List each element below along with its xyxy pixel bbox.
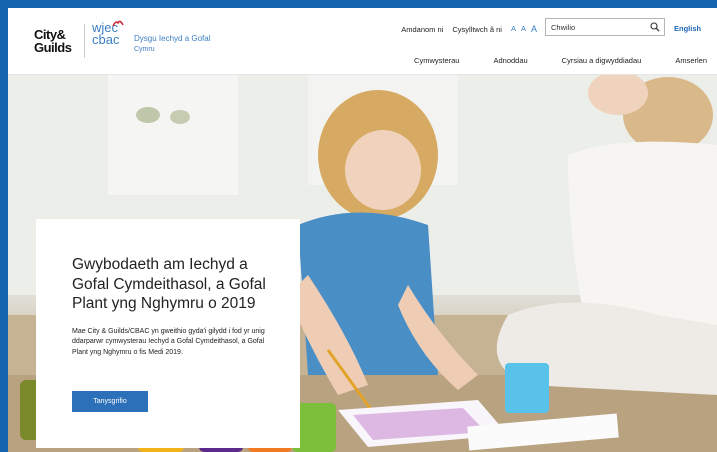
- text-size-small[interactable]: A: [511, 24, 516, 34]
- site-name[interactable]: Dysgu Iechyd a Gofal Cymru: [134, 33, 210, 55]
- text-size-large[interactable]: A: [531, 24, 537, 34]
- hero-title: Gwybodaeth am Iechyd a Gofal Cymdeithaso…: [72, 256, 266, 312]
- text-size-medium[interactable]: A: [521, 24, 526, 34]
- subscribe-button[interactable]: Tanysgrifio: [72, 391, 148, 412]
- nav-item-courses-events[interactable]: Cyrsiau a digwyddiadau: [562, 56, 642, 65]
- nav-item-timetable[interactable]: Amserlen: [675, 56, 707, 65]
- logo-wjec-line2: cbac: [92, 32, 120, 47]
- city-guilds-logo[interactable]: City& Guilds: [34, 28, 78, 58]
- site-name-sub: Cymru: [134, 46, 155, 53]
- main-nav: Cymwysterau Adnoddau Cyrsiau a digwyddia…: [380, 56, 707, 65]
- contact-link[interactable]: Cysylltwch â ni: [452, 25, 502, 34]
- utility-links: Amdanom ni Cysylltwch â ni A A A: [401, 24, 537, 34]
- search-box: [545, 18, 665, 36]
- logo-city-guilds-line2: Guilds: [34, 40, 72, 55]
- wjec-logo[interactable]: wjec cbac: [92, 20, 126, 60]
- site-name-title: Dysgu Iechyd a Gofal: [134, 34, 211, 43]
- text-size-controls: A A A: [511, 24, 537, 34]
- site-header: City& Guilds wjec cbac Dysgu Iechyd a Go…: [8, 8, 717, 75]
- nav-item-qualifications[interactable]: Cymwysterau: [414, 56, 459, 65]
- nav-item-resources[interactable]: Adnoddau: [493, 56, 527, 65]
- browser-viewport: City& Guilds wjec cbac Dysgu Iechyd a Go…: [8, 8, 717, 452]
- logo-divider: [84, 24, 85, 58]
- language-toggle[interactable]: English: [674, 24, 701, 33]
- hero-card: Gwybodaeth am Iechyd a Gofal Cymdeithaso…: [36, 219, 300, 448]
- search-input[interactable]: [546, 22, 647, 32]
- hero-body: Mae City & Guilds/CBAC yn gweithio gyda'…: [72, 327, 265, 356]
- hero-banner: Gwybodaeth am Iechyd a Gofal Cymdeithaso…: [8, 75, 717, 452]
- search-icon[interactable]: [650, 22, 660, 32]
- about-link[interactable]: Amdanom ni: [401, 25, 443, 34]
- wjec-flame-icon: [112, 20, 124, 27]
